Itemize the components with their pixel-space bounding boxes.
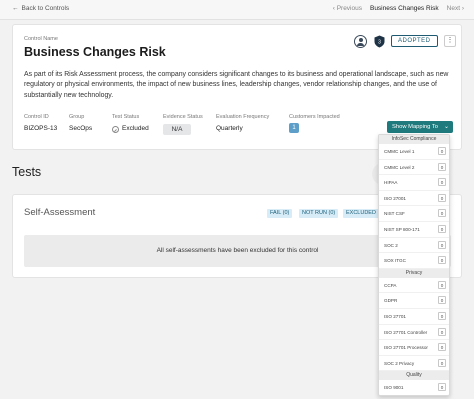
- status-badge[interactable]: ADOPTED: [391, 35, 438, 47]
- back-label: Back to Controls: [21, 5, 70, 12]
- customers-impacted-label: Customers Impacted: [289, 114, 340, 120]
- top-nav-bar: ← Back to Controls ‹ Previous Business Ch…: [0, 0, 474, 20]
- current-record-label: Business Changes Risk: [369, 5, 439, 12]
- next-label: Next: [446, 5, 461, 12]
- framework-count-badge: 0: [438, 240, 446, 249]
- framework-count-badge: 0: [438, 311, 446, 320]
- dropdown-menu-item[interactable]: NIST CSF 0: [379, 206, 449, 222]
- framework-count-badge: 0: [438, 224, 446, 233]
- control-detail-card: Control Name Business Changes Risk 3 ADO…: [12, 24, 462, 150]
- back-to-controls-link[interactable]: ← Back to Controls: [12, 5, 69, 12]
- excluded-icon: [112, 126, 119, 133]
- control-name-label: Control Name: [24, 36, 58, 42]
- tests-heading: Tests: [12, 165, 42, 179]
- framework-label: SOC 2: [384, 242, 398, 248]
- framework-label: NIST SP 800-171: [384, 226, 420, 232]
- self-assessment-title: Self-Assessment: [24, 207, 96, 218]
- dropdown-menu-item[interactable]: CMMC Level 2 0: [379, 160, 449, 176]
- svg-text:3: 3: [378, 40, 381, 46]
- framework-label: CCPA: [384, 282, 397, 288]
- framework-count-badge: 0: [438, 162, 446, 171]
- framework-label: CMMC Level 2: [384, 164, 415, 170]
- framework-count-badge: 0: [438, 280, 446, 289]
- dropdown-menu-item[interactable]: GDPR 0: [379, 293, 449, 309]
- not-run-filter-badge[interactable]: NOT RUN (0): [299, 209, 339, 218]
- dropdown-group-header: Quality: [379, 371, 449, 381]
- framework-label: SOX ITGC: [384, 258, 406, 264]
- dropdown-menu-item[interactable]: SOC 2 Privacy 0: [379, 356, 449, 372]
- framework-label: ISO 27001: [384, 195, 406, 201]
- control-id-value: BIZOPS-13: [24, 125, 58, 132]
- arrow-left-icon: ←: [12, 5, 19, 12]
- dropdown-menu-item[interactable]: ISO 27701 Controller 0: [379, 325, 449, 341]
- framework-count-badge: 0: [438, 383, 446, 392]
- previous-label: Previous: [336, 5, 362, 12]
- owner-avatar-icon[interactable]: [354, 35, 367, 48]
- framework-label: ISO 9001: [384, 385, 404, 391]
- framework-count-badge: 0: [438, 358, 446, 367]
- framework-label: GDPR: [384, 298, 398, 304]
- dropdown-menu-item[interactable]: HIPAA 0: [379, 175, 449, 191]
- dropdown-group-header: Privacy: [379, 268, 449, 278]
- dropdown-menu-item[interactable]: ISO 9001 0: [379, 380, 449, 395]
- customers-impacted-count[interactable]: 1: [289, 123, 299, 133]
- framework-count-badge: 0: [438, 327, 446, 336]
- control-description: As part of its Risk Assessment process, …: [24, 71, 449, 99]
- evidence-status-badge: N/A: [163, 124, 191, 135]
- dropdown-menu-item[interactable]: CCPA 0: [379, 278, 449, 294]
- mapping-dropdown-menu[interactable]: InfoSec Compliance CMMC Level 1 0 CMMC Leve…: [378, 134, 450, 396]
- framework-count-badge: 0: [438, 178, 446, 187]
- dropdown-menu-item[interactable]: ISO 27701 Processor 0: [379, 340, 449, 356]
- chevron-down-icon: ⌄: [443, 124, 449, 130]
- record-pager: ‹ Previous Business Changes Risk Next ›: [333, 5, 464, 12]
- evaluation-frequency-label: Evaluation Frequency: [216, 114, 270, 120]
- previous-button[interactable]: ‹ Previous: [333, 5, 362, 12]
- framework-label: CMMC Level 1: [384, 149, 415, 154]
- dropdown-menu-item[interactable]: CMMC Level 1 0: [379, 144, 449, 160]
- dropdown-menu-item[interactable]: ISO 27701 0: [379, 309, 449, 325]
- dropdown-menu-item[interactable]: NIST SP 800-171 0: [379, 222, 449, 238]
- dropdown-menu-item[interactable]: SOX ITGC 0: [379, 253, 449, 269]
- show-mapping-to-button[interactable]: Show Mapping To ⌄: [387, 121, 453, 133]
- framework-count-badge: 0: [438, 296, 446, 305]
- page-title: Business Changes Risk: [24, 45, 166, 59]
- framework-count-badge: 0: [438, 209, 446, 218]
- group-label: Group: [69, 114, 85, 120]
- framework-count-badge: 0: [438, 147, 446, 155]
- framework-count-badge: 0: [438, 193, 446, 202]
- framework-label: ISO 27701 Processor: [384, 345, 428, 351]
- dropdown-menu-item[interactable]: SOC 2 0: [379, 238, 449, 254]
- framework-label: ISO 27701: [384, 313, 406, 319]
- framework-label: NIST CSF: [384, 211, 405, 217]
- framework-count-badge: 0: [438, 256, 446, 265]
- control-id-label: Control ID: [24, 114, 49, 120]
- shield-icon[interactable]: 3: [374, 35, 385, 48]
- test-status-label: Test Status: [112, 114, 140, 120]
- next-button[interactable]: Next ›: [447, 5, 464, 12]
- evaluation-frequency-value: Quarterly: [216, 125, 243, 132]
- framework-label: SOC 2 Privacy: [384, 360, 415, 366]
- framework-label: HIPAA: [384, 180, 398, 186]
- more-options-button[interactable]: ⋮: [444, 35, 456, 47]
- evidence-status-label: Evidence Status: [163, 114, 203, 120]
- test-status-value: Excluded: [122, 125, 149, 132]
- framework-label: ISO 27701 Controller: [384, 329, 428, 335]
- group-value: SecOps: [69, 125, 93, 132]
- dropdown-menu-item[interactable]: ISO 27001 0: [379, 191, 449, 207]
- fail-filter-badge[interactable]: FAIL (0): [267, 209, 293, 218]
- framework-count-badge: 0: [438, 343, 446, 352]
- show-mapping-label: Show Mapping To: [392, 124, 438, 130]
- dropdown-group-header: InfoSec Compliance: [379, 135, 449, 144]
- excluded-filter-badge[interactable]: EXCLUDED: [343, 209, 379, 218]
